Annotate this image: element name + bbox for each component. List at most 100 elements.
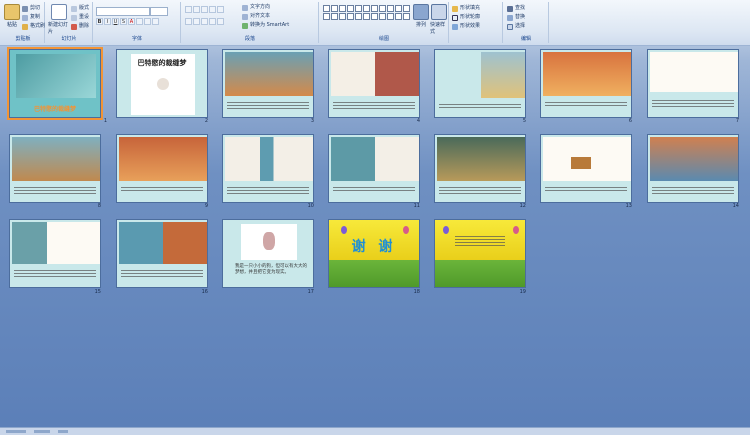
shape-curve[interactable]: [395, 5, 402, 12]
shape-heart[interactable]: [355, 13, 362, 20]
layout-button[interactable]: 版式: [71, 5, 89, 12]
slide-thumbnail-4[interactable]: [328, 49, 420, 118]
line-spacing-button[interactable]: [217, 6, 224, 13]
status-bar: [0, 427, 750, 435]
ribbon-group-drawing: 排列 快速样式 绘图: [320, 2, 449, 43]
slide-thumbnail-7[interactable]: [647, 49, 739, 118]
fill-icon: [452, 5, 458, 12]
case-button[interactable]: [152, 18, 159, 25]
slide-thumbnail-9[interactable]: [116, 134, 208, 203]
shape-plus[interactable]: [403, 13, 410, 20]
slide-thumbnail-14[interactable]: [647, 134, 739, 203]
align-text-button[interactable]: 对齐文本: [242, 13, 270, 20]
shapes-gallery[interactable]: [323, 5, 410, 20]
slide-illustration: [12, 222, 100, 264]
align-left-button[interactable]: [185, 18, 192, 25]
decrease-indent-button[interactable]: [201, 6, 208, 13]
numbering-button[interactable]: [193, 6, 200, 13]
shape-outline-button[interactable]: 形状轮廓: [452, 14, 480, 21]
slide-thumbnail-12[interactable]: [434, 134, 526, 203]
slide-illustration: [119, 222, 207, 264]
shadow-button[interactable]: [136, 18, 143, 25]
font-name-select[interactable]: [96, 7, 150, 16]
slide-thumbnail-10[interactable]: [222, 134, 314, 203]
shape-fill-button[interactable]: 形状填充: [452, 5, 480, 12]
ribbon: 粘贴 剪切 复制 格式刷 剪贴板 新建幻灯片 版式 重设 删除 幻灯片 B I …: [0, 0, 750, 46]
shape-rounded[interactable]: [323, 13, 330, 20]
slide-thumbnail-2[interactable]: 巴特愍的裁缝梦: [116, 49, 208, 118]
reset-button[interactable]: 重设: [71, 14, 89, 21]
format-painter-button[interactable]: 格式刷: [22, 23, 45, 30]
select-button[interactable]: 选择: [507, 23, 525, 30]
spacing-button[interactable]: [144, 18, 151, 25]
slide-thumbnail-6[interactable]: [540, 49, 632, 118]
justify-button[interactable]: [209, 18, 216, 25]
copy-button[interactable]: 复制: [22, 14, 40, 21]
delete-slide-button[interactable]: 删除: [71, 23, 89, 30]
shape-moon[interactable]: [363, 13, 370, 20]
cut-button[interactable]: 剪切: [22, 5, 40, 12]
align-center-button[interactable]: [193, 18, 200, 25]
shape-oval[interactable]: [347, 5, 354, 12]
quick-styles-button[interactable]: 快速样式: [430, 4, 448, 35]
slide-thumbnail-3[interactable]: [222, 49, 314, 118]
ribbon-group-paragraph: 文字方向 对齐文本 转换为 SmartArt 段落: [182, 2, 319, 43]
shape-rect[interactable]: [339, 5, 346, 12]
align-right-button[interactable]: [201, 18, 208, 25]
font-style-row: B I U S A: [96, 18, 159, 25]
font-color-button[interactable]: A: [128, 18, 135, 25]
slide-number: 14: [732, 203, 739, 209]
shape-brace[interactable]: [387, 5, 394, 12]
slide-number: 2: [204, 118, 208, 124]
slide-thumbnail-13[interactable]: [540, 134, 632, 203]
slide-thumbnail-19[interactable]: [434, 219, 526, 288]
shape-cube[interactable]: [379, 13, 386, 20]
bold-button[interactable]: B: [96, 18, 103, 25]
slide-thumbnail-1[interactable]: 巴特愍的裁缝梦: [7, 47, 103, 120]
shape-triangle[interactable]: [355, 5, 362, 12]
slide-illustration: [481, 52, 525, 98]
slide-thumbnail-17[interactable]: 我是一只小小的狗，但可以有大大的梦想，并且把它变为现实。: [222, 219, 314, 288]
smartart-button[interactable]: 转换为 SmartArt: [242, 22, 289, 29]
cursor-icon: [507, 23, 513, 30]
slide-thumbnail-5[interactable]: [434, 49, 526, 118]
group-label-drawing: 绘图: [378, 36, 389, 42]
increase-indent-button[interactable]: [209, 6, 216, 13]
paste-button[interactable]: 粘贴: [3, 4, 21, 28]
slide-thumbnail-11[interactable]: [328, 134, 420, 203]
find-button[interactable]: 查找: [507, 5, 525, 12]
replace-button[interactable]: 替换: [507, 14, 525, 21]
group-label-slides: 幻灯片: [61, 36, 77, 42]
shape-cloud[interactable]: [347, 13, 354, 20]
arrange-button[interactable]: 排列: [412, 4, 430, 28]
text-direction-button[interactable]: 文字方向: [242, 4, 270, 11]
slide-thumbnail-16[interactable]: [116, 219, 208, 288]
font-size-select[interactable]: [150, 7, 168, 16]
slide-thumbnail-18[interactable]: 谢 谢: [328, 219, 420, 288]
underline-button[interactable]: U: [112, 18, 119, 25]
slide-number: 5: [522, 118, 526, 124]
strikethrough-button[interactable]: S: [120, 18, 127, 25]
shape-cylinder[interactable]: [387, 13, 394, 20]
slide-text: [545, 185, 627, 193]
shape-hexagon[interactable]: [339, 13, 346, 20]
status-theme-indicator: [34, 430, 50, 433]
bullets-button[interactable]: [185, 6, 192, 13]
shape-effects-button[interactable]: 形状效果: [452, 23, 480, 30]
effects-icon: [452, 23, 458, 30]
shape-frame[interactable]: [395, 13, 402, 20]
shape-more[interactable]: [403, 5, 410, 12]
shape-sun[interactable]: [371, 13, 378, 20]
shape-diamond[interactable]: [331, 13, 338, 20]
shape-line[interactable]: [323, 5, 330, 12]
shape-star[interactable]: [371, 5, 378, 12]
shape-arrow[interactable]: [331, 5, 338, 12]
columns-button[interactable]: [217, 18, 224, 25]
italic-button[interactable]: I: [104, 18, 111, 25]
slide-title: 巴特愍的裁缝梦: [137, 58, 187, 67]
shape-pentagon[interactable]: [363, 5, 370, 12]
shape-callout[interactable]: [379, 5, 386, 12]
new-slide-button[interactable]: 新建幻灯片: [48, 4, 70, 35]
slide-thumbnail-15[interactable]: [9, 219, 101, 288]
slide-thumbnail-8[interactable]: [9, 134, 101, 203]
